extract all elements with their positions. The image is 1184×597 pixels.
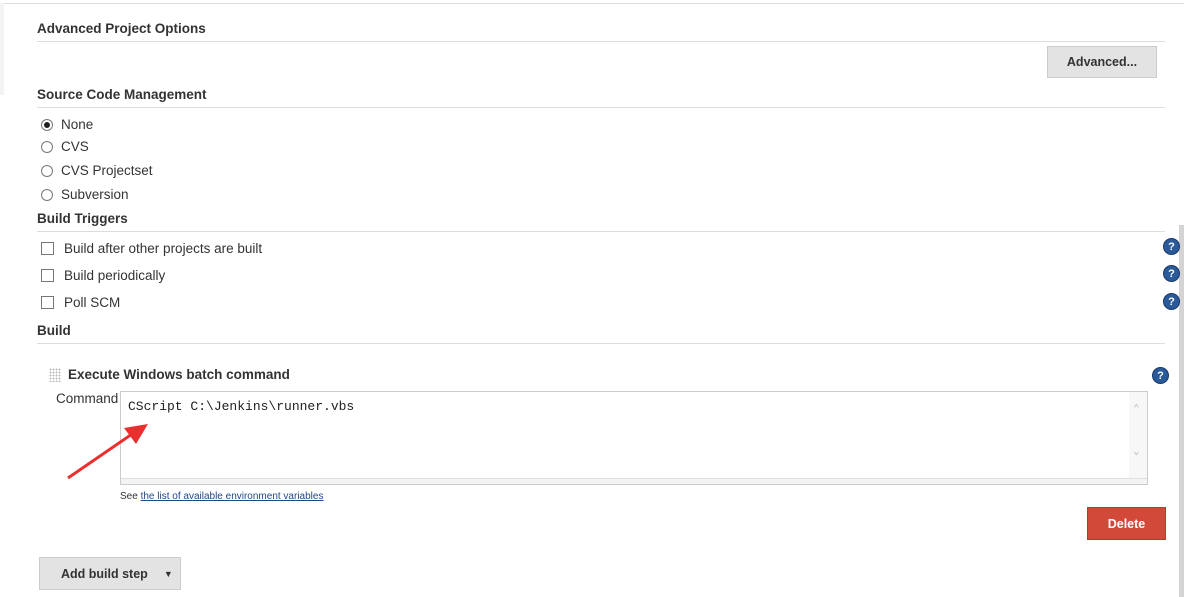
checkbox-icon bbox=[41, 242, 54, 255]
radio-none[interactable]: None bbox=[41, 117, 93, 132]
help-icon[interactable]: ? bbox=[1152, 367, 1169, 384]
radio-icon bbox=[41, 140, 53, 153]
add-build-step-label: Add build step bbox=[61, 566, 148, 581]
checkbox-label: Build after other projects are built bbox=[64, 241, 263, 256]
radio-cvs[interactable]: CVS bbox=[41, 139, 89, 154]
help-icon[interactable]: ? bbox=[1163, 238, 1180, 255]
caret-down-icon: ▼ bbox=[163, 568, 173, 579]
red-arrow-annotation bbox=[67, 424, 148, 480]
page-scrollbar[interactable] bbox=[1179, 225, 1184, 597]
section-build: Build bbox=[37, 323, 1165, 344]
checkbox-label: Build periodically bbox=[64, 268, 166, 283]
scroll-down-icon[interactable]: ⌄ bbox=[1133, 444, 1140, 458]
checkbox-build-periodically[interactable]: Build periodically bbox=[41, 268, 165, 283]
radio-subversion[interactable]: Subversion bbox=[41, 187, 129, 202]
left-strip bbox=[0, 3, 4, 95]
help-icon[interactable]: ? bbox=[1163, 265, 1180, 282]
section-build-triggers: Build Triggers bbox=[37, 211, 1165, 232]
env-variables-link[interactable]: the list of available environment variab… bbox=[141, 491, 324, 502]
command-value: CScript C:\Jenkins\runner.vbs bbox=[128, 399, 355, 414]
radio-icon bbox=[41, 164, 53, 177]
checkbox-poll-scm[interactable]: Poll SCM bbox=[41, 295, 120, 310]
resize-handle[interactable] bbox=[121, 478, 1147, 484]
top-border bbox=[0, 0, 1184, 4]
textarea-scrollbar[interactable]: ⌃ ⌄ bbox=[1129, 392, 1147, 478]
help-icon[interactable]: ? bbox=[1163, 293, 1180, 310]
radio-label: None bbox=[61, 117, 94, 132]
checkbox-icon bbox=[41, 296, 54, 309]
advanced-button[interactable]: Advanced... bbox=[1047, 46, 1157, 78]
see-text: See bbox=[120, 491, 138, 502]
radio-label: CVS bbox=[61, 139, 89, 154]
checkbox-label: Poll SCM bbox=[64, 295, 121, 310]
add-build-step-button[interactable]: Add build step ▼ bbox=[39, 557, 181, 590]
radio-label: Subversion bbox=[61, 187, 129, 202]
radio-icon bbox=[41, 118, 53, 131]
section-advanced-project-options: Advanced Project Options bbox=[37, 21, 1165, 42]
radio-cvs-projectset[interactable]: CVS Projectset bbox=[41, 163, 153, 178]
radio-icon bbox=[41, 188, 53, 201]
command-textarea[interactable]: CScript C:\Jenkins\runner.vbs ⌃ ⌄ bbox=[120, 391, 1148, 485]
delete-button[interactable]: Delete bbox=[1087, 507, 1166, 540]
build-step-title: Execute Windows batch command bbox=[68, 367, 290, 382]
checkbox-icon bbox=[41, 269, 54, 282]
checkbox-build-after-other-projects[interactable]: Build after other projects are built bbox=[41, 241, 262, 256]
command-label: Command bbox=[56, 391, 119, 406]
drag-handle-icon[interactable] bbox=[49, 368, 61, 382]
scroll-up-icon[interactable]: ⌃ bbox=[1133, 402, 1140, 416]
radio-label: CVS Projectset bbox=[61, 163, 153, 178]
section-source-code-management: Source Code Management bbox=[37, 87, 1165, 108]
